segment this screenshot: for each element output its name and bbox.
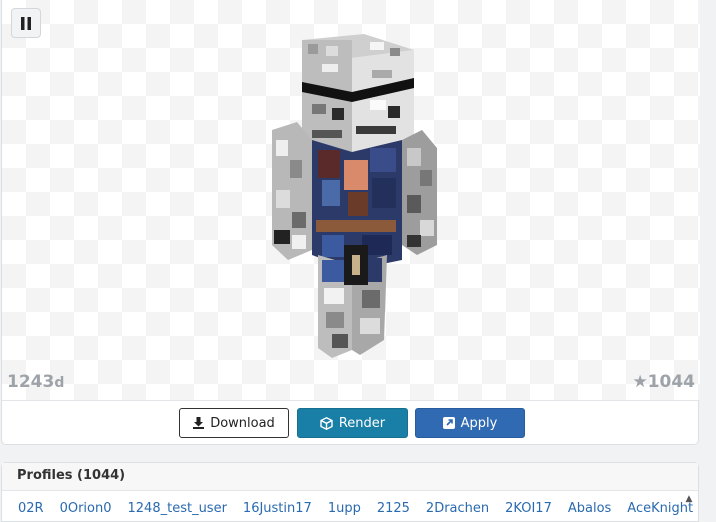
apply-button[interactable]: Apply: [415, 408, 525, 438]
render-button[interactable]: Render: [297, 408, 408, 438]
skin-viewer[interactable]: 1243d ★1044: [2, 0, 700, 400]
profile-link[interactable]: Abalos: [568, 501, 611, 516]
skin-model: [272, 34, 437, 358]
scroll-up-icon[interactable]: ▲: [684, 494, 694, 504]
profile-list: 02R 0Orion0 1248_test_user 16Justin17 1u…: [2, 491, 698, 516]
pause-button[interactable]: [11, 8, 41, 38]
apply-label: Apply: [460, 415, 498, 431]
profile-link[interactable]: 2Drachen: [426, 501, 489, 516]
profiles-header: Profiles (1044): [2, 463, 698, 491]
profiles-panel: Profiles (1044) 02R 0Orion0 1248_test_us…: [1, 462, 699, 522]
skin-head: [302, 34, 414, 160]
profile-link[interactable]: 0Orion0: [60, 501, 112, 516]
skin-right-arm: [402, 130, 437, 255]
download-icon: [193, 417, 205, 429]
render-label: Render: [338, 415, 386, 431]
profile-link[interactable]: 16Justin17: [243, 501, 312, 516]
views-value: 1243: [7, 372, 55, 392]
skin-card: 1243d ★1044 Download Render Apply: [1, 0, 700, 445]
pause-icon: [21, 16, 31, 30]
profile-link[interactable]: 1upp: [328, 501, 361, 516]
external-link-icon: [442, 417, 455, 429]
profile-link[interactable]: 02R: [18, 501, 44, 516]
download-label: Download: [210, 415, 275, 431]
divider: [2, 400, 700, 401]
cube-icon: [320, 416, 333, 430]
profile-link[interactable]: 2KOI17: [505, 501, 552, 516]
download-button[interactable]: Download: [179, 408, 289, 438]
views-unit: d: [54, 375, 65, 391]
profile-link[interactable]: 2125: [377, 501, 410, 516]
skin-legs: [318, 245, 387, 358]
views-count: 1243d: [7, 372, 64, 392]
stars-count: ★1044: [632, 372, 695, 392]
profile-link[interactable]: 1248_test_user: [128, 501, 227, 516]
skin-left-arm: [272, 122, 312, 260]
